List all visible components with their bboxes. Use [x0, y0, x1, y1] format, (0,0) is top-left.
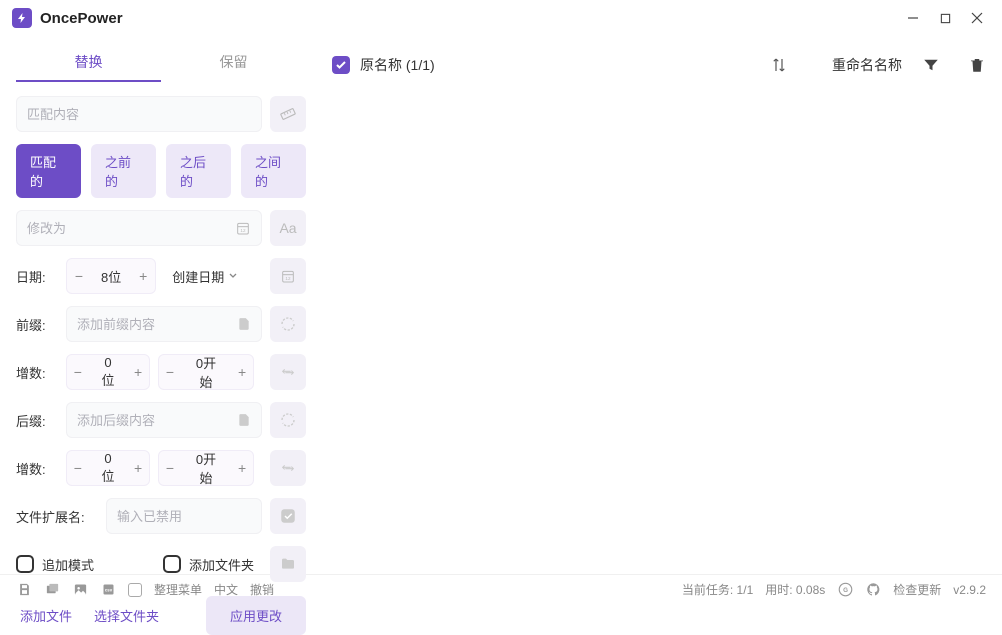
- inc1-digits-value: 0位: [89, 355, 127, 389]
- lang-label[interactable]: 中文: [214, 581, 238, 598]
- inc2-start-stepper: − 0开始 +: [158, 450, 254, 486]
- maximize-icon[interactable]: [938, 11, 952, 25]
- inc2-digits-minus[interactable]: −: [67, 450, 89, 486]
- date-label: 日期:: [16, 267, 58, 286]
- suffix-input[interactable]: [77, 413, 233, 428]
- inc1-start-plus[interactable]: +: [231, 354, 253, 390]
- ext-label: 文件扩展名:: [16, 507, 98, 526]
- modify-input[interactable]: [27, 221, 231, 236]
- ruler-icon[interactable]: [270, 96, 306, 132]
- date-digits-stepper: − 8位 +: [66, 258, 156, 294]
- inc1-start-value: 0开始: [181, 354, 231, 390]
- image-stack-icon[interactable]: [44, 582, 60, 598]
- ext-input-wrapper: [106, 498, 262, 534]
- update-label[interactable]: 检查更新: [893, 581, 941, 598]
- file-icon[interactable]: [237, 413, 251, 427]
- app-logo: [12, 8, 32, 28]
- renamed-label: 重命名名称: [832, 55, 902, 75]
- svg-text:12: 12: [285, 276, 291, 281]
- time-label: 用时: 0.08s: [765, 581, 825, 598]
- prefix-label: 前缀:: [16, 315, 58, 334]
- organize-label: 整理菜单: [154, 581, 202, 598]
- date-type-value: 创建日期: [172, 267, 224, 286]
- chip-before[interactable]: 之前的: [91, 144, 156, 198]
- close-icon[interactable]: [970, 11, 984, 25]
- calendar-icon[interactable]: 12: [235, 220, 251, 236]
- tab-keep[interactable]: 保留: [161, 44, 306, 82]
- date-type-dropdown[interactable]: 创建日期: [164, 258, 246, 294]
- match-input[interactable]: [27, 107, 251, 122]
- svg-text:csv: csv: [104, 587, 112, 592]
- prefix-input[interactable]: [77, 317, 233, 332]
- original-label: 原名称 (1/1): [360, 55, 435, 75]
- csv-icon[interactable]: csv: [100, 582, 116, 598]
- case-icon[interactable]: Aa: [270, 210, 306, 246]
- inc1-digits-stepper: − 0位 +: [66, 354, 150, 390]
- inc2-digits-plus[interactable]: +: [127, 450, 149, 486]
- append-label: 追加模式: [42, 555, 94, 574]
- append-checkbox[interactable]: [16, 555, 34, 573]
- filter-icon[interactable]: [922, 56, 940, 74]
- folder-icon[interactable]: [270, 546, 306, 582]
- addfolder-checkbox[interactable]: [163, 555, 181, 573]
- suffix-input-wrapper: [66, 402, 262, 438]
- tab-replace[interactable]: 替换: [16, 44, 161, 82]
- chevron-down-icon: [228, 271, 238, 281]
- prefix-input-wrapper: [66, 306, 262, 342]
- inc2-digits-stepper: − 0位 +: [66, 450, 150, 486]
- inc2-swap-icon[interactable]: [270, 450, 306, 486]
- inc1-start-stepper: − 0开始 +: [158, 354, 254, 390]
- file-icon[interactable]: [237, 317, 251, 331]
- date-digits-minus[interactable]: −: [67, 258, 91, 294]
- svg-text:12: 12: [240, 228, 246, 233]
- app-title: OncePower: [40, 10, 123, 27]
- apply-button[interactable]: 应用更改: [206, 596, 306, 635]
- inc2-start-plus[interactable]: +: [231, 450, 253, 486]
- inc1-digits-minus[interactable]: −: [67, 354, 89, 390]
- inc2-digits-value: 0位: [89, 451, 127, 485]
- date-digits-value: 8位: [91, 267, 131, 286]
- modify-input-wrapper: 12: [16, 210, 262, 246]
- chip-matched[interactable]: 匹配的: [16, 144, 81, 198]
- suffix-label: 后缀:: [16, 411, 58, 430]
- addfolder-label: 添加文件夹: [189, 555, 254, 574]
- inc2-start-minus[interactable]: −: [159, 450, 181, 486]
- trash-icon[interactable]: [968, 56, 986, 74]
- match-input-wrapper: [16, 96, 262, 132]
- inc1-label: 增数:: [16, 363, 58, 382]
- chip-between[interactable]: 之间的: [241, 144, 306, 198]
- sort-icon[interactable]: [770, 56, 788, 74]
- ext-check-icon[interactable]: [270, 498, 306, 534]
- minimize-icon[interactable]: [906, 11, 920, 25]
- inc2-label: 增数:: [16, 459, 58, 478]
- image-icon[interactable]: [72, 582, 88, 598]
- suffix-cycle-icon[interactable]: [270, 402, 306, 438]
- add-file-button[interactable]: 添加文件: [16, 598, 76, 633]
- prefix-cycle-icon[interactable]: [270, 306, 306, 342]
- select-folder-button[interactable]: 选择文件夹: [90, 598, 163, 633]
- save-icon[interactable]: [16, 582, 32, 598]
- undo-label[interactable]: 撤销: [250, 581, 274, 598]
- github-icon[interactable]: [865, 582, 881, 598]
- inc1-start-minus[interactable]: −: [159, 354, 181, 390]
- svg-text:G: G: [843, 587, 848, 594]
- gitee-icon[interactable]: G: [837, 582, 853, 598]
- inc2-start-value: 0开始: [181, 450, 231, 486]
- ext-input: [117, 509, 251, 524]
- inc1-digits-plus[interactable]: +: [127, 354, 149, 390]
- date-digits-plus[interactable]: +: [131, 258, 155, 294]
- original-checkbox[interactable]: [332, 56, 350, 74]
- organize-checkbox[interactable]: [128, 583, 142, 597]
- inc1-swap-icon[interactable]: [270, 354, 306, 390]
- task-label: 当前任务: 1/1: [682, 581, 753, 598]
- date-calendar-icon[interactable]: 12: [270, 258, 306, 294]
- version-label: v2.9.2: [953, 583, 986, 597]
- chip-after[interactable]: 之后的: [166, 144, 231, 198]
